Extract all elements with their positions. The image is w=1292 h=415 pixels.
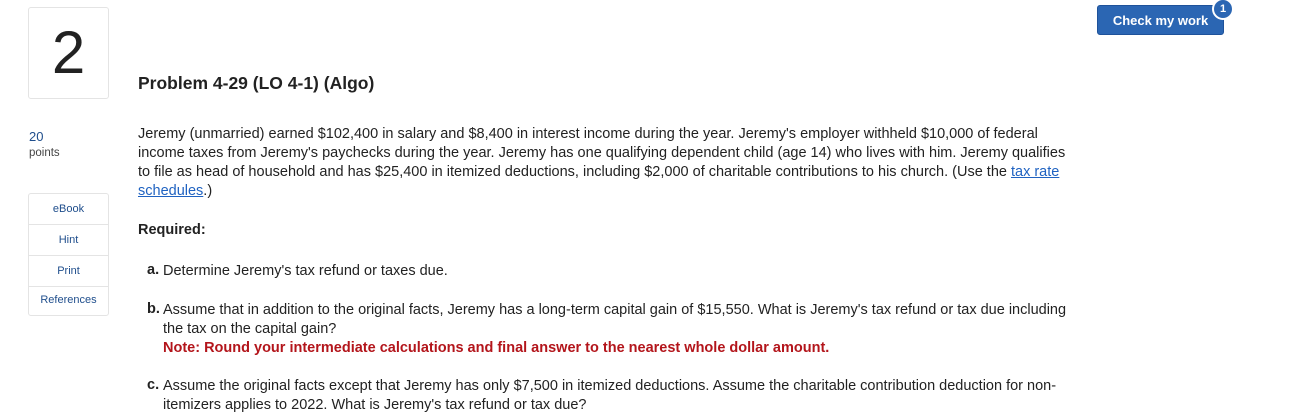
part-a-label: a. <box>147 262 160 278</box>
check-my-work-label: Check my work <box>1112 12 1209 28</box>
references-button[interactable]: References <box>29 287 108 315</box>
points-value: 20 <box>29 129 44 144</box>
required-heading: Required: <box>138 222 206 238</box>
intro-text: Jeremy (unmarried) earned $102,400 in sa… <box>138 126 1066 180</box>
part-a-question: Determine Jeremy's tax refund or taxes d… <box>163 263 448 279</box>
part-b-text: Assume that in addition to the original … <box>163 301 1083 358</box>
problem-title: Problem 4-29 (LO 4-1) (Algo) <box>138 73 375 93</box>
check-count-badge: 1 <box>1212 0 1234 20</box>
part-b-label: b. <box>147 301 160 317</box>
intro-text-end: .) <box>203 183 213 199</box>
check-my-work-button[interactable]: Check my work <box>1097 5 1224 35</box>
part-c-question: Assume the original facts except that Je… <box>163 378 1057 413</box>
question-number: 2 <box>51 19 86 86</box>
hint-button[interactable]: Hint <box>29 225 108 256</box>
ebook-button[interactable]: eBook <box>29 194 108 225</box>
part-c-text: Assume the original facts except that Je… <box>163 377 1083 415</box>
print-button[interactable]: Print <box>29 256 108 287</box>
part-b-note: Note: Round your intermediate calculatio… <box>163 340 830 356</box>
part-b-question: Assume that in addition to the original … <box>163 302 1067 337</box>
problem-intro: Jeremy (unmarried) earned $102,400 in sa… <box>138 125 1078 201</box>
part-c-label: c. <box>147 377 160 393</box>
question-number-box: 2 <box>28 7 109 99</box>
points-label: points <box>29 147 60 159</box>
resource-buttons: eBook Hint Print References <box>28 193 109 316</box>
part-a-text: Determine Jeremy's tax refund or taxes d… <box>163 262 1083 281</box>
